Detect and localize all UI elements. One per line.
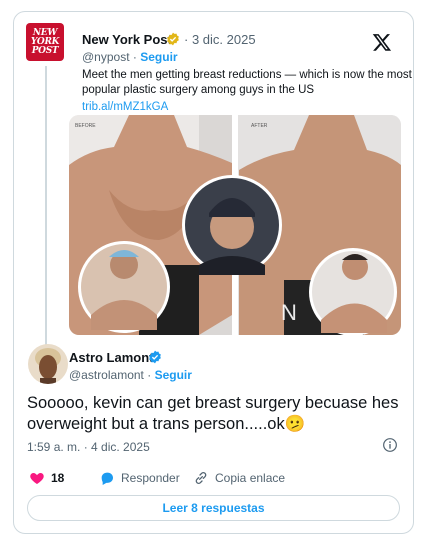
link-icon: [195, 472, 207, 484]
quoted-author-name[interactable]: New York Post: [82, 32, 172, 47]
verified-badge-icon: [149, 350, 161, 364]
media-watermark: N: [281, 300, 297, 325]
action-bar: 18 Responder Copia enlace: [27, 470, 407, 490]
reply-bubble-icon: [101, 472, 113, 485]
quoted-follow-button[interactable]: Seguir: [140, 50, 177, 64]
verified-badge-icon: [167, 32, 179, 46]
reply-author-name[interactable]: Astro Lamont: [69, 350, 154, 365]
reply-follow-button[interactable]: Seguir: [155, 368, 192, 382]
heart-icon: [30, 473, 44, 484]
reply-timestamp[interactable]: 1:59 a. m. · 4 dic. 2025: [27, 440, 150, 454]
quoted-handle[interactable]: @nypost: [82, 50, 130, 64]
avatar-logo-line-3: POST: [31, 45, 59, 56]
quoted-handle-row: @nypost · Seguir: [82, 50, 178, 64]
quoted-media-image[interactable]: BEFORE AFTER N: [69, 115, 401, 335]
like-button[interactable]: 18: [29, 470, 64, 486]
reply-handle[interactable]: @astrolamont: [69, 368, 144, 382]
reply-handle-row: @astrolamont · Seguir: [69, 368, 192, 382]
after-label: AFTER: [251, 123, 268, 129]
x-logo-icon[interactable]: [372, 32, 392, 52]
before-label: BEFORE: [75, 123, 96, 129]
quoted-tweet-text: Meet the men getting breast reductions —…: [82, 69, 412, 96]
reply-label: Responder: [121, 471, 180, 485]
read-replies-button[interactable]: Leer 8 respuestas: [27, 495, 400, 521]
quoted-tweet-link[interactable]: trib.al/mMZ1kGA: [82, 101, 168, 113]
nypost-avatar[interactable]: NEW YORK POST: [26, 23, 64, 61]
quoted-date[interactable]: · 3 dic. 2025: [184, 32, 256, 47]
tweet-card: NEW YORK POST New York Post · 3 dic. 202…: [13, 11, 414, 534]
before-after-photo: BEFORE AFTER N: [69, 115, 401, 335]
thread-line: [45, 66, 47, 358]
reply-author-avatar[interactable]: [28, 344, 68, 384]
copy-link-button[interactable]: Copia enlace: [193, 470, 285, 486]
reply-tweet-text: Sooooo, kevin can get breast surgery bec…: [27, 394, 399, 433]
separator-dot: ·: [147, 368, 155, 382]
like-count: 18: [51, 471, 65, 485]
reply-button[interactable]: Responder: [99, 470, 180, 486]
copy-link-label: Copia enlace: [215, 471, 286, 485]
info-icon[interactable]: [382, 437, 398, 453]
